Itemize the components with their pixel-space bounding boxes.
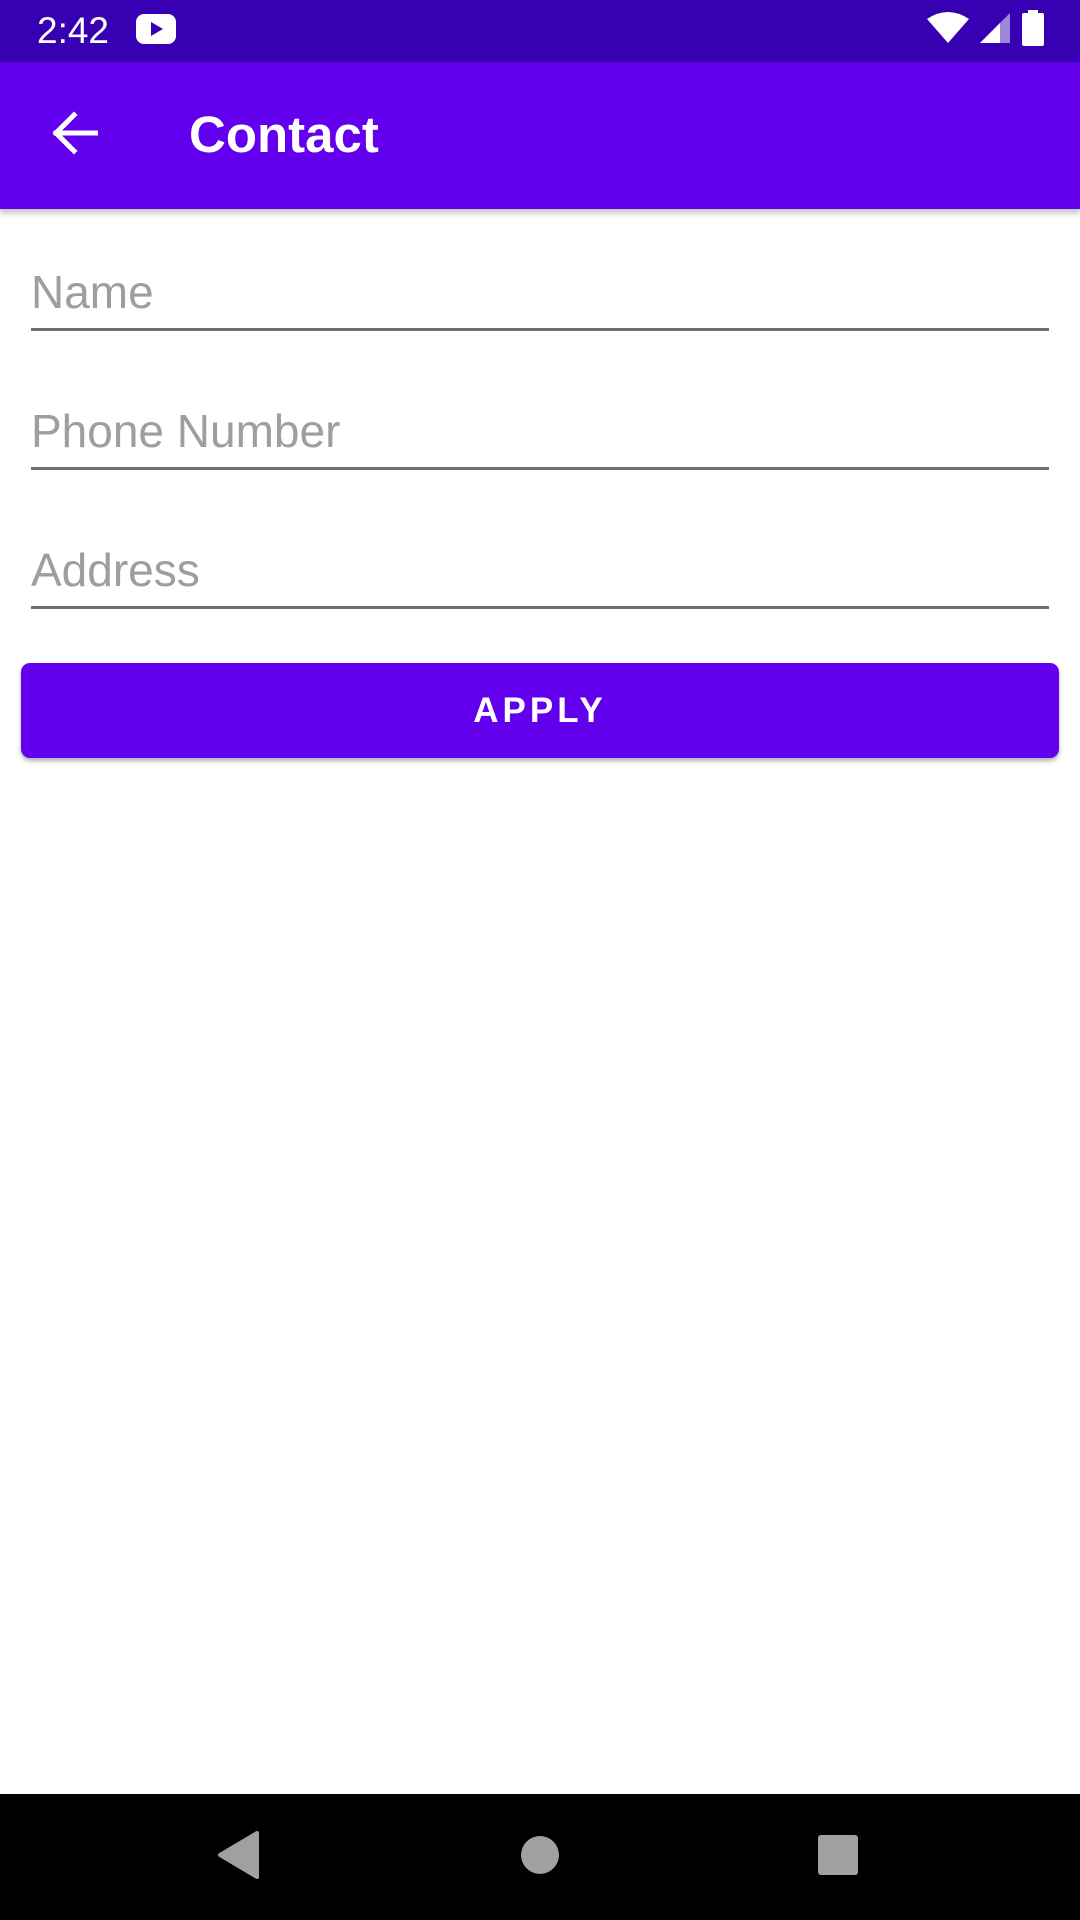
status-bar: 2:42	[0, 0, 1080, 62]
status-icons	[926, 9, 1044, 51]
page-title: Contact	[189, 106, 379, 163]
navigation-bar	[0, 1794, 1080, 1920]
apply-button[interactable]: APPLY	[21, 663, 1059, 758]
home-circle-icon	[520, 1835, 560, 1880]
phone-number-field[interactable]	[31, 377, 1049, 470]
recents-square-icon	[818, 1834, 858, 1880]
name-field[interactable]	[31, 238, 1049, 331]
arrow-back-icon	[50, 111, 98, 160]
cell-signal-icon	[980, 11, 1012, 50]
address-input[interactable]	[31, 542, 1049, 598]
name-input[interactable]	[31, 264, 1049, 320]
wifi-icon	[926, 11, 970, 50]
nav-back-button[interactable]	[207, 1825, 271, 1889]
nav-home-button[interactable]	[508, 1825, 572, 1889]
app-bar: Contact	[0, 62, 1080, 209]
battery-icon	[1022, 9, 1044, 51]
back-button[interactable]	[37, 99, 110, 172]
address-field[interactable]	[31, 516, 1049, 609]
youtube-icon	[136, 14, 176, 44]
phone-number-input[interactable]	[31, 403, 1049, 459]
back-triangle-icon	[217, 1830, 261, 1885]
contact-screen: 2:42 Contact Name Phone Number Address A…	[0, 0, 1080, 1920]
nav-recents-button[interactable]	[806, 1825, 870, 1889]
status-time: 2:42	[37, 10, 110, 51]
